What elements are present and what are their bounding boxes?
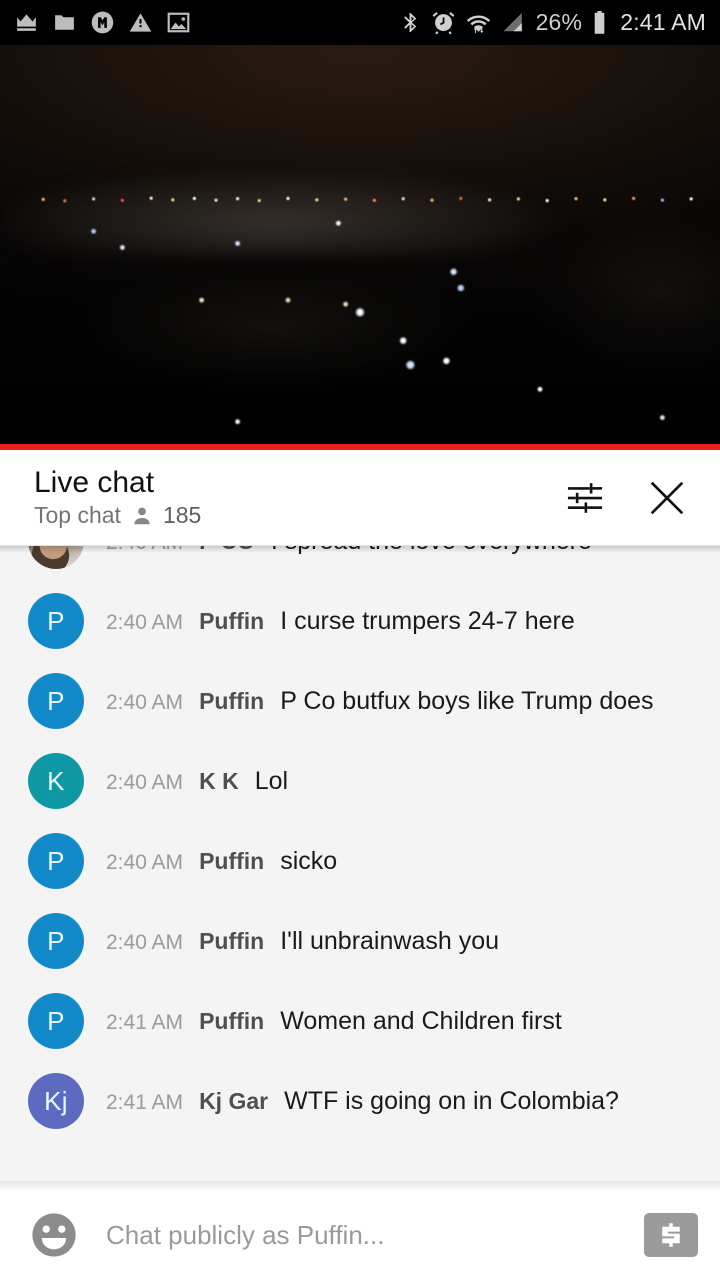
video-player[interactable]	[0, 45, 720, 450]
message-text: Women and Children first	[280, 1006, 562, 1035]
warning-triangle-icon	[129, 13, 152, 32]
super-chat-button[interactable]	[644, 1213, 698, 1257]
avatar[interactable]: P	[28, 593, 84, 649]
message-author[interactable]: Puffin	[199, 848, 264, 875]
input-bar-divider	[0, 1181, 720, 1191]
close-chat-button[interactable]	[644, 475, 690, 521]
message-author[interactable]: Kj Gar	[199, 1088, 268, 1115]
signal-icon	[503, 13, 522, 32]
avatar[interactable]	[28, 546, 84, 569]
chat-message-body: 2:41 AM Kj Gar WTF is going on in Colombia…	[106, 1087, 619, 1116]
message-author[interactable]: K K	[199, 768, 239, 795]
status-bar-notification-icons	[14, 10, 191, 35]
message-author[interactable]: Puffin	[199, 688, 264, 715]
message-timestamp: 2:41 AM	[106, 1090, 184, 1114]
message-timestamp: 2:40 AM	[106, 546, 183, 555]
message-author[interactable]: Puffin	[199, 928, 264, 955]
chat-message-row[interactable]: P 2:40 AM Puffin P Co butfux boys like Trum…	[0, 661, 720, 741]
chat-message-row[interactable]: P 2:40 AM Puffin I'll unbrainwash you	[0, 901, 720, 981]
video-foreground-lights	[0, 45, 720, 450]
crown-icon	[17, 14, 36, 31]
viewer-count: 185	[162, 502, 202, 528]
chat-settings-button[interactable]	[562, 475, 608, 521]
chat-message-list[interactable]: 2:40 AM P CO I spread the love everywhere P…	[0, 545, 720, 1181]
message-timestamp: 2:40 AM	[106, 690, 184, 714]
chat-mode-label[interactable]: Top chat	[34, 504, 121, 527]
chat-message-row[interactable]: P 2:41 AM Puffin Women and Children first	[0, 981, 720, 1061]
live-chat-screen: 26% 2:41 AM Live chat Top chat 185 P 2:4…	[0, 0, 720, 1280]
person-icon	[134, 507, 150, 524]
avatar[interactable]: P	[28, 913, 84, 969]
chat-input-bar	[0, 1191, 720, 1279]
folder-icon	[55, 15, 74, 30]
message-text: P Co butfux boys like Trump does	[280, 686, 654, 715]
chat-message-row[interactable]: P 2:40 AM Puffin I curse trumpers 24-7 here	[0, 581, 720, 661]
battery-icon	[594, 11, 605, 34]
chat-message-body: 2:40 AM Puffin I'll unbrainwash you	[106, 927, 499, 956]
avatar[interactable]: P	[28, 833, 84, 889]
avatar[interactable]: P	[28, 993, 84, 1049]
image-icon	[167, 12, 190, 33]
avatar[interactable]: P	[28, 673, 84, 729]
alarm-clock-icon	[432, 11, 454, 35]
m-circle-icon	[91, 11, 114, 34]
message-timestamp: 2:40 AM	[106, 930, 184, 954]
message-author[interactable]: P CO	[199, 546, 255, 555]
status-bar: 26% 2:41 AM	[0, 0, 720, 45]
chat-header: Live chat Top chat 185	[0, 450, 720, 545]
message-text: I curse trumpers 24-7 here	[280, 606, 575, 635]
avatar[interactable]: Kj	[28, 1073, 84, 1129]
message-text: Lol	[254, 766, 289, 795]
status-bar-system-icons: 26% 2:41 AM	[399, 9, 706, 36]
battery-percent-label: 26%	[535, 9, 583, 35]
close-x-icon	[650, 481, 684, 514]
video-progress-bar[interactable]	[0, 444, 720, 450]
message-timestamp: 2:40 AM	[106, 850, 184, 874]
chat-title: Live chat	[34, 466, 155, 499]
emoji-picker-button[interactable]	[28, 1209, 80, 1261]
chat-subheader: Top chat 185	[34, 504, 201, 527]
message-text: I'll unbrainwash you	[280, 926, 500, 955]
message-text: WTF is going on in Colombia?	[284, 1086, 619, 1115]
avatar[interactable]: K	[28, 753, 84, 809]
chat-message-row[interactable]: P 2:40 AM Puffin sicko	[0, 821, 720, 901]
chat-message-body: 2:40 AM K K Lol	[106, 767, 288, 796]
chat-message-body: 2:40 AM Puffin P Co butfux boys like Trump…	[106, 687, 654, 716]
message-timestamp: 2:40 AM	[106, 610, 184, 634]
wifi-icon	[466, 15, 490, 34]
tune-sliders-icon	[567, 482, 603, 513]
chat-message-body: 2:40 AM P CO I spread the love everywhere	[106, 546, 592, 556]
message-timestamp: 2:40 AM	[106, 770, 184, 794]
emoji-smiley-icon	[32, 1213, 76, 1257]
chat-message-row[interactable]: 2:40 AM P CO I spread the love everywhere	[0, 546, 720, 581]
message-timestamp: 2:41 AM	[106, 1010, 184, 1034]
chat-header-titles: Live chat Top chat 185	[34, 468, 201, 527]
message-author[interactable]: Puffin	[199, 1008, 264, 1035]
chat-input[interactable]	[106, 1219, 644, 1251]
message-author[interactable]: Puffin	[199, 608, 264, 635]
bluetooth-icon	[403, 12, 416, 33]
chat-message-row[interactable]: K 2:40 AM K K Lol	[0, 741, 720, 821]
status-bar-clock: 2:41 AM	[620, 9, 706, 35]
chat-message-body: 2:40 AM Puffin I curse trumpers 24-7 here	[106, 607, 575, 636]
chat-message-body: 2:40 AM Puffin sicko	[106, 847, 337, 876]
message-text: sicko	[280, 846, 338, 875]
chat-header-actions	[562, 475, 702, 521]
chat-message-row[interactable]: Kj 2:41 AM Kj Gar WTF is going on in Colomb…	[0, 1061, 720, 1141]
chat-messages-container: 2:40 AM P CO I spread the love everywhere P…	[0, 546, 720, 1141]
chat-message-body: 2:41 AM Puffin Women and Children first	[106, 1007, 562, 1036]
dollar-sign-icon	[662, 1223, 680, 1247]
message-text: I spread the love everywhere	[271, 546, 592, 556]
